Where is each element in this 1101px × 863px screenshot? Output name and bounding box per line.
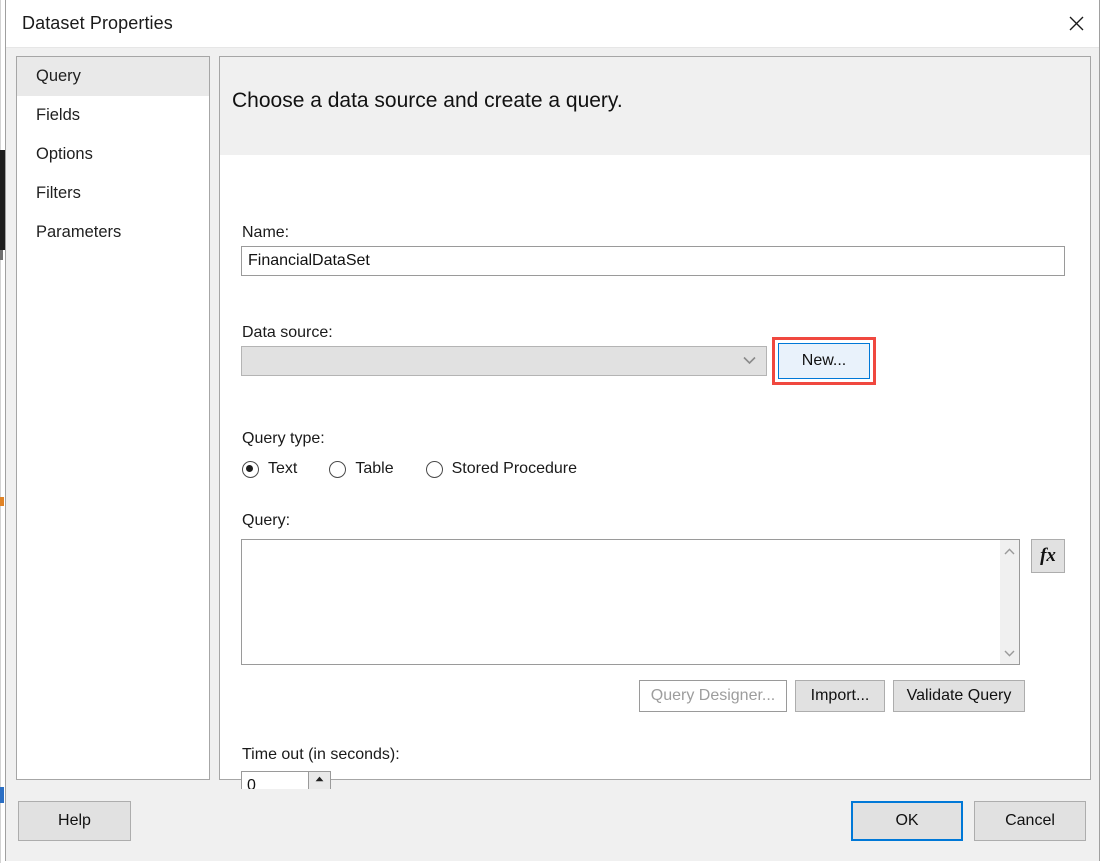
query-scrollbar[interactable] — [999, 540, 1019, 664]
panel-header-title: Choose a data source and create a query. — [232, 89, 623, 113]
sidebar-item-parameters[interactable]: Parameters — [17, 213, 209, 252]
new-data-source-highlight: New... — [772, 337, 876, 385]
query-type-radio-group: Text Table Stored Procedure — [242, 460, 609, 478]
sidebar-item-label: Filters — [36, 184, 81, 202]
radio-label: Table — [355, 460, 393, 478]
window-title: Dataset Properties — [22, 13, 173, 34]
new-data-source-button[interactable]: New... — [778, 343, 870, 379]
sidebar-item-query[interactable]: Query — [17, 57, 209, 96]
background-window-blue-mark — [0, 787, 4, 803]
radio-label: Stored Procedure — [452, 460, 577, 478]
chevron-down-icon[interactable] — [1000, 644, 1019, 662]
radio-query-type-text[interactable]: Text — [242, 460, 297, 478]
dialog-body: Query Fields Options Filters Parameters … — [6, 48, 1099, 789]
import-button[interactable]: Import... — [795, 680, 885, 712]
sidebar-item-label: Query — [36, 67, 81, 85]
query-panel: Choose a data source and create a query.… — [219, 56, 1091, 780]
radio-mark-icon — [329, 461, 346, 478]
dataset-properties-dialog: Dataset Properties Query Fields Options … — [5, 0, 1100, 861]
sidebar-item-options[interactable]: Options — [17, 135, 209, 174]
chevron-up-icon[interactable] — [1000, 542, 1019, 560]
query-designer-button[interactable]: Query Designer... — [639, 680, 787, 712]
radio-mark-icon — [242, 461, 259, 478]
radio-label: Text — [268, 460, 297, 478]
close-icon[interactable] — [1053, 0, 1099, 46]
radio-query-type-table[interactable]: Table — [329, 460, 393, 478]
name-input[interactable] — [241, 246, 1065, 276]
cancel-button[interactable]: Cancel — [974, 801, 1086, 841]
timeout-label: Time out (in seconds): — [242, 746, 400, 764]
query-textbox-container — [241, 539, 1020, 665]
expression-fx-button[interactable]: fx — [1031, 539, 1065, 573]
query-label: Query: — [242, 512, 290, 530]
radio-query-type-stored-procedure[interactable]: Stored Procedure — [426, 460, 577, 478]
background-window-edge — [0, 0, 1, 863]
help-button[interactable]: Help — [18, 801, 131, 841]
radio-mark-icon — [426, 461, 443, 478]
panel-header: Choose a data source and create a query. — [220, 57, 1090, 156]
sidebar-item-label: Options — [36, 145, 93, 163]
spinner-up-icon[interactable] — [309, 772, 330, 786]
name-label: Name: — [242, 224, 289, 242]
category-list: Query Fields Options Filters Parameters — [16, 56, 210, 780]
chevron-down-icon — [743, 352, 756, 370]
sidebar-item-filters[interactable]: Filters — [17, 174, 209, 213]
data-source-label: Data source: — [242, 324, 333, 342]
validate-query-button[interactable]: Validate Query — [893, 680, 1025, 712]
title-bar: Dataset Properties — [6, 0, 1099, 48]
ok-button[interactable]: OK — [851, 801, 963, 841]
query-textarea[interactable] — [242, 540, 1000, 664]
dialog-footer: Help OK Cancel — [6, 789, 1099, 861]
data-source-dropdown[interactable] — [241, 346, 767, 376]
sidebar-item-label: Fields — [36, 106, 80, 124]
background-window-gray-strip — [0, 250, 3, 260]
sidebar-item-label: Parameters — [36, 223, 121, 241]
background-window-orange-mark — [0, 497, 4, 506]
query-type-label: Query type: — [242, 430, 325, 448]
sidebar-item-fields[interactable]: Fields — [17, 96, 209, 135]
